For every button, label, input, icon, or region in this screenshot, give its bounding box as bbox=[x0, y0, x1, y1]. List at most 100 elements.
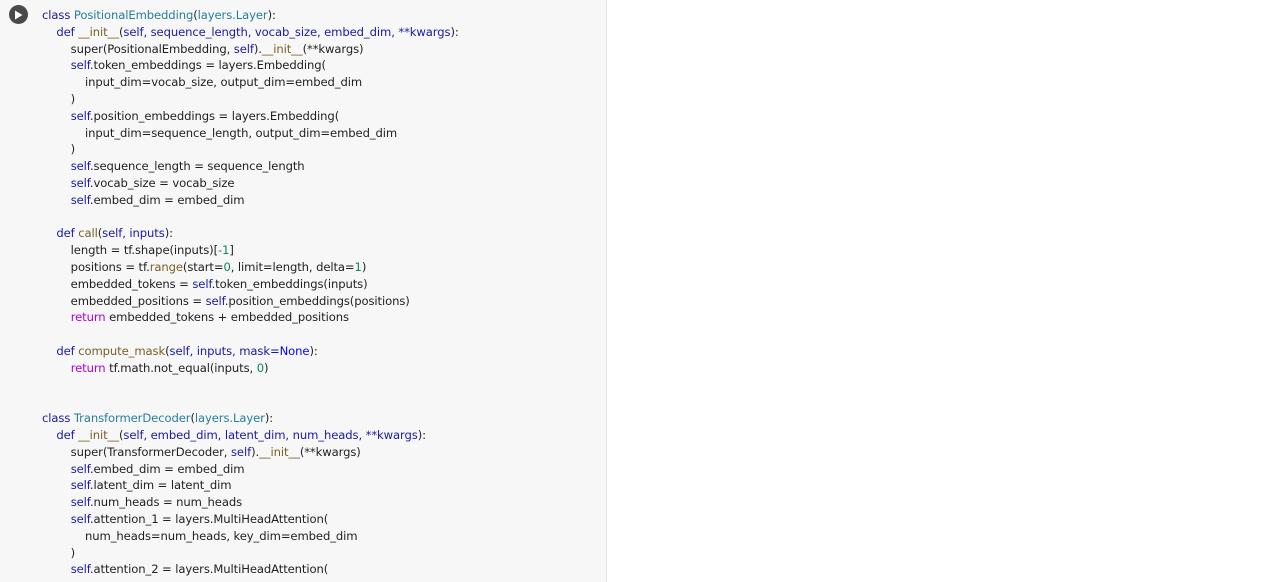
code-token: ): bbox=[164, 226, 173, 241]
code-token: .latent_dim = latent_dim bbox=[89, 478, 232, 493]
code-token: .num_heads = num_heads bbox=[89, 495, 243, 510]
code-token: .position_embeddings = layers.Embedding( bbox=[89, 108, 340, 123]
code-token: self bbox=[70, 58, 90, 73]
code-token: 1 bbox=[354, 259, 362, 274]
output-pane bbox=[607, 0, 1280, 582]
code-line: ) bbox=[42, 91, 459, 108]
code-token: self bbox=[192, 276, 212, 291]
code-line: def __init__(self, sequence_length, voca… bbox=[42, 24, 459, 41]
code-token: self bbox=[70, 175, 90, 190]
code-token: .vocab_size = vocab_size bbox=[89, 175, 235, 190]
code-token: (**kwargs) bbox=[299, 444, 361, 459]
code-token: def bbox=[56, 343, 79, 358]
code-token: PositionalEmbedding bbox=[73, 8, 194, 22]
code-line: self.num_heads = num_heads bbox=[42, 494, 459, 511]
code-token: ] bbox=[229, 243, 234, 258]
code-line: self.embed_dim = embed_dim bbox=[42, 192, 459, 209]
code-token: .attention_2 = layers.MultiHeadAttention… bbox=[89, 562, 329, 577]
code-token: __init__ bbox=[259, 444, 300, 459]
code-line: class TransformerDecoder(layers.Layer): bbox=[42, 410, 459, 427]
code-token: 0 bbox=[223, 259, 231, 274]
code-token: return bbox=[70, 310, 106, 325]
play-icon bbox=[15, 10, 23, 19]
code-token: def bbox=[56, 427, 79, 442]
code-token: 0 bbox=[256, 360, 264, 375]
code-line: self.vocab_size = vocab_size bbox=[42, 175, 459, 192]
code-token: call bbox=[78, 226, 98, 241]
code-line: input_dim=vocab_size, output_dim=embed_d… bbox=[42, 74, 459, 91]
code-token: layers.Layer bbox=[194, 411, 265, 426]
code-token: ): bbox=[309, 343, 318, 358]
code-token: ). bbox=[253, 41, 262, 56]
code-line: self.attention_1 = layers.MultiHeadAtten… bbox=[42, 511, 459, 528]
code-line: ​ bbox=[42, 377, 459, 394]
code-token: input_dim=vocab_size, output_dim=embed_d… bbox=[42, 75, 363, 90]
code-token: self, embed_dim, latent_dim, num_heads, … bbox=[123, 427, 418, 442]
code-token: self bbox=[233, 41, 254, 56]
code-token: embedded_positions = bbox=[42, 293, 206, 308]
code-line: ​ bbox=[42, 326, 459, 343]
code-token: ) bbox=[42, 142, 76, 157]
code-token: self bbox=[70, 159, 90, 174]
code-token: length = tf.shape(inputs)[ bbox=[42, 243, 219, 258]
run-cell-button[interactable] bbox=[9, 5, 28, 24]
code-token: return bbox=[70, 360, 106, 375]
code-token: ). bbox=[251, 444, 260, 459]
code-token: None bbox=[279, 343, 310, 358]
code-token: (**kwargs) bbox=[302, 41, 364, 56]
code-token: compute_mask bbox=[78, 343, 166, 358]
code-line: return tf.math.not_equal(inputs, 0) bbox=[42, 360, 459, 377]
code-line: self.token_embeddings = layers.Embedding… bbox=[42, 57, 459, 74]
code-line: embedded_tokens = self.token_embeddings(… bbox=[42, 276, 459, 293]
code-token: .embed_dim = embed_dim bbox=[89, 192, 245, 207]
code-token: .position_embeddings(positions) bbox=[224, 293, 410, 308]
code-token: ) bbox=[263, 360, 269, 375]
code-token: self bbox=[70, 108, 90, 123]
code-token: .sequence_length = sequence_length bbox=[89, 159, 305, 174]
code-token: class bbox=[42, 8, 74, 22]
code-line: self.position_embeddings = layers.Embedd… bbox=[42, 108, 459, 125]
code-line: ​ bbox=[42, 393, 459, 410]
code-token: self bbox=[70, 461, 90, 476]
code-token: self bbox=[70, 478, 90, 493]
code-cell[interactable]: class PositionalEmbedding(layers.Layer):… bbox=[0, 0, 607, 582]
code-token: ): bbox=[417, 427, 426, 442]
code-line: input_dim=sequence_length, output_dim=em… bbox=[42, 125, 459, 142]
code-line: ) bbox=[42, 141, 459, 158]
code-token: class bbox=[42, 411, 74, 426]
code-token: .token_embeddings = layers.Embedding( bbox=[89, 58, 326, 73]
code-token: ): bbox=[450, 24, 459, 39]
code-token: def bbox=[56, 24, 79, 39]
code-token: self bbox=[70, 511, 90, 526]
code-token: self, inputs bbox=[102, 226, 165, 241]
code-line: def __init__(self, embed_dim, latent_dim… bbox=[42, 427, 459, 444]
code-token: (start= bbox=[182, 259, 224, 274]
code-token: super(TransformerDecoder, bbox=[42, 444, 231, 459]
code-editor[interactable]: class PositionalEmbedding(layers.Layer):… bbox=[42, 7, 459, 578]
code-line: return embedded_tokens + embedded_positi… bbox=[42, 309, 459, 326]
code-token: -1 bbox=[218, 243, 230, 258]
code-line: def compute_mask(self, inputs, mask=None… bbox=[42, 343, 459, 360]
code-token: TransformerDecoder bbox=[73, 411, 191, 426]
code-token: self bbox=[70, 192, 90, 207]
code-token: num_heads=num_heads, key_dim=embed_dim bbox=[42, 528, 358, 543]
code-token: __init__ bbox=[261, 41, 303, 56]
code-line: def call(self, inputs): bbox=[42, 225, 459, 242]
code-token: ) bbox=[361, 259, 367, 274]
code-line: class PositionalEmbedding(layers.Layer): bbox=[42, 7, 459, 24]
code-line: super(TransformerDecoder, self).__init__… bbox=[42, 444, 459, 461]
code-token: positions = tf. bbox=[42, 259, 150, 274]
